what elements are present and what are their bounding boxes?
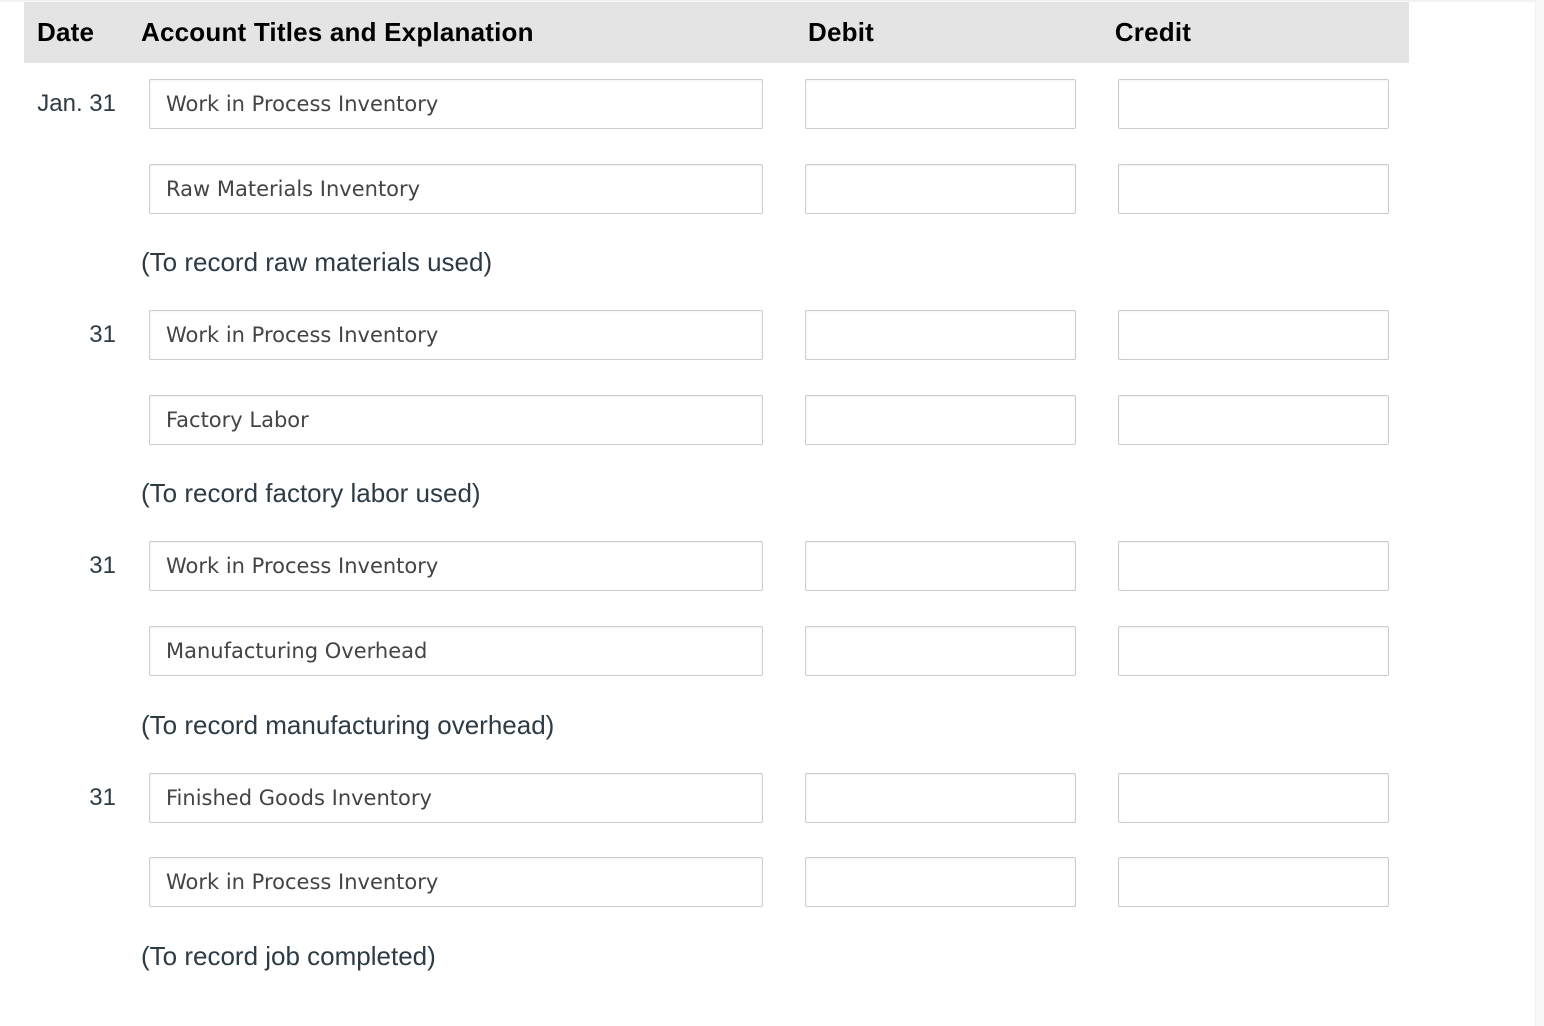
account-title-input[interactable]: Manufacturing Overhead	[149, 626, 763, 676]
entry-explanation: (To record factory labor used)	[141, 478, 481, 508]
debit-input[interactable]	[805, 773, 1076, 823]
debit-input[interactable]	[805, 395, 1076, 445]
debit-input[interactable]	[805, 857, 1076, 907]
table-header: Date Account Titles and Explanation Debi…	[24, 2, 1409, 63]
credit-input[interactable]	[1118, 310, 1389, 360]
header-account-titles: Account Titles and Explanation	[141, 17, 534, 47]
credit-input[interactable]	[1118, 773, 1389, 823]
journal-row: Raw Materials Inventory	[24, 164, 1409, 218]
credit-input[interactable]	[1118, 541, 1389, 591]
account-title-input[interactable]: Work in Process Inventory	[149, 79, 763, 129]
journal-row: Manufacturing Overhead	[24, 626, 1409, 680]
credit-input[interactable]	[1118, 857, 1389, 907]
account-title-input[interactable]: Work in Process Inventory	[149, 541, 763, 591]
debit-input[interactable]	[805, 626, 1076, 676]
header-debit: Debit	[808, 17, 874, 47]
credit-input[interactable]	[1118, 79, 1389, 129]
debit-input[interactable]	[805, 310, 1076, 360]
journal-entry-page: Date Account Titles and Explanation Debi…	[0, 0, 1544, 1026]
header-credit: Credit	[1114, 17, 1192, 47]
journal-row: Factory Labor	[24, 395, 1409, 449]
entry-date: Jan. 31	[37, 90, 116, 117]
entry-date: 31	[89, 552, 116, 579]
credit-input[interactable]	[1118, 395, 1389, 445]
account-title-input[interactable]: Finished Goods Inventory	[149, 773, 763, 823]
debit-input[interactable]	[805, 79, 1076, 129]
journal-entry-table: Date Account Titles and Explanation Debi…	[24, 2, 1409, 971]
header-date: Date	[37, 17, 95, 47]
entry-date: 31	[89, 784, 116, 811]
credit-input[interactable]	[1118, 164, 1389, 214]
journal-row: Work in Process Inventory	[24, 857, 1409, 911]
credit-input[interactable]	[1118, 626, 1389, 676]
account-title-input[interactable]: Work in Process Inventory	[149, 310, 763, 360]
account-title-input[interactable]: Factory Labor	[149, 395, 763, 445]
entry-explanation: (To record manufacturing overhead)	[141, 710, 555, 740]
journal-row: Jan. 31 Work in Process Inventory	[24, 79, 1409, 133]
debit-input[interactable]	[805, 164, 1076, 214]
account-title-input[interactable]: Work in Process Inventory	[149, 857, 763, 907]
journal-row: 31 Work in Process Inventory	[24, 541, 1409, 595]
journal-row: 31 Work in Process Inventory	[24, 310, 1409, 364]
scrollbar[interactable]	[1535, 0, 1544, 1026]
debit-input[interactable]	[805, 541, 1076, 591]
journal-row: 31 Finished Goods Inventory	[24, 773, 1409, 827]
entry-explanation: (To record raw materials used)	[141, 247, 493, 277]
account-title-input[interactable]: Raw Materials Inventory	[149, 164, 763, 214]
entry-explanation: (To record job completed)	[141, 941, 436, 971]
entry-date: 31	[89, 321, 116, 348]
